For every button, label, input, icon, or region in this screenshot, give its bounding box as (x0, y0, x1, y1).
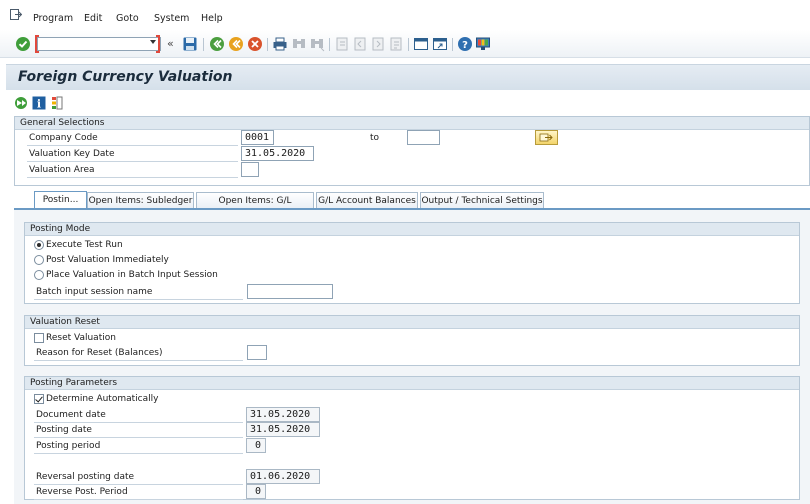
cancel-icon[interactable] (247, 36, 263, 52)
back-icon[interactable] (209, 36, 225, 52)
reset-valuation-checkbox[interactable] (34, 333, 44, 343)
svg-text:?: ? (462, 40, 468, 51)
reverse-post-period-field: 0 (246, 484, 266, 499)
checkbox-label: Determine Automatically (46, 394, 159, 404)
posting-period-field: 0 (246, 438, 266, 453)
print-icon[interactable] (272, 36, 288, 52)
double-chevron-left-icon[interactable]: « (167, 37, 174, 53)
command-field-bracket-left (35, 35, 39, 53)
radio-label: Place Valuation in Batch Input Session (46, 270, 218, 280)
chevron-down-icon[interactable] (150, 40, 156, 44)
group-header: Posting Parameters (25, 377, 799, 390)
menu-program[interactable]: Program (33, 13, 73, 24)
command-field[interactable] (37, 37, 161, 51)
reverse-post-period-label: Reverse Post. Period (36, 487, 128, 497)
company-code-from-input[interactable]: 0001 (241, 130, 274, 145)
prev-page-icon[interactable] (352, 36, 368, 52)
first-page-icon[interactable] (334, 36, 350, 52)
shortcut-icon[interactable] (432, 36, 448, 52)
menu-system[interactable]: System (154, 13, 189, 24)
multiple-selection-button[interactable] (535, 130, 558, 145)
valuation-area-label: Valuation Area (29, 165, 95, 175)
group-header: Posting Mode (25, 223, 799, 236)
batch-input-session-name-label: Batch input session name (36, 287, 153, 297)
radio-post-valuation-immediately[interactable] (34, 255, 44, 265)
general-selections-group: General Selections (14, 116, 810, 186)
save-icon[interactable] (182, 36, 198, 52)
new-session-icon[interactable] (413, 36, 429, 52)
reason-for-reset-label: Reason for Reset (Balances) (36, 348, 163, 358)
check-icon[interactable] (15, 36, 31, 52)
batch-input-session-name-input[interactable] (247, 284, 333, 299)
reversal-posting-date-label: Reversal posting date (36, 472, 135, 482)
toolbar-separator (452, 38, 453, 51)
label-underline (34, 499, 243, 500)
title-bar: Foreign Currency Valuation (6, 64, 810, 90)
svg-text:i: i (37, 98, 41, 111)
tab-output-technical-settings[interactable]: Output / Technical Settings (420, 192, 544, 209)
toolbar-separator (267, 38, 268, 51)
reason-for-reset-input[interactable] (247, 345, 267, 360)
reversal-posting-date-field: 01.06.2020 (246, 469, 320, 484)
command-field-bracket-right (156, 35, 160, 53)
find-next-icon[interactable] (309, 36, 325, 52)
customize-icon[interactable] (475, 36, 491, 52)
radio-execute-test-run[interactable] (34, 240, 44, 250)
tab-open-items-subledger[interactable]: Open Items: Subledger (87, 192, 194, 209)
radio-batch-input-session[interactable] (34, 270, 44, 280)
posting-period-label: Posting period (36, 441, 101, 451)
menu-edit[interactable]: Edit (84, 13, 102, 24)
company-code-to-input[interactable] (407, 130, 440, 145)
page-title: Foreign Currency Valuation (18, 69, 233, 85)
tab-open-items-gl-accounts[interactable]: Open Items: G/L Accounts (196, 192, 314, 222)
label-underline (34, 299, 243, 300)
posting-date-field: 31.05.2020 (246, 422, 320, 437)
info-icon[interactable]: i (32, 96, 46, 110)
toolbar-separator (203, 38, 204, 51)
valuation-reset-group: Valuation Reset (24, 315, 800, 366)
checkbox-label: Reset Valuation (46, 333, 116, 343)
to-label: to (370, 133, 380, 143)
valuation-key-date-input[interactable]: 31.05.2020 (241, 146, 314, 161)
valuation-key-date-label: Valuation Key Date (29, 149, 115, 159)
document-date-label: Document date (36, 410, 106, 420)
exit-icon[interactable] (228, 36, 244, 52)
label-underline (27, 177, 238, 178)
last-page-icon[interactable] (388, 36, 404, 52)
document-date-field: 31.05.2020 (246, 407, 320, 422)
posting-date-label: Posting date (36, 425, 92, 435)
toolbar-separator (408, 38, 409, 51)
group-header: General Selections (15, 117, 809, 130)
label-underline (27, 145, 238, 146)
label-underline (34, 453, 243, 454)
menu-help[interactable]: Help (201, 13, 223, 24)
find-icon[interactable] (291, 36, 307, 52)
label-underline (34, 360, 243, 361)
help-icon[interactable]: ? (457, 36, 473, 52)
tab-gl-account-balances[interactable]: G/L Account Balances (316, 192, 418, 209)
label-underline (34, 437, 243, 438)
menu-goto[interactable]: Goto (116, 13, 139, 24)
label-underline (27, 161, 238, 162)
menu-bar: Program Edit Goto System Help (0, 0, 810, 30)
next-page-icon[interactable] (370, 36, 386, 52)
arrow-right-icon (539, 133, 553, 142)
standard-toolbar: « ? (0, 30, 810, 58)
selection-options-icon[interactable] (50, 96, 64, 110)
radio-label: Post Valuation Immediately (46, 255, 169, 265)
label-underline (34, 484, 243, 485)
label-underline (34, 422, 243, 423)
determine-automatically-checkbox[interactable] (34, 394, 44, 404)
menu-exit-icon[interactable] (10, 9, 22, 20)
group-header: Valuation Reset (25, 316, 799, 329)
valuation-area-input[interactable] (241, 162, 259, 177)
radio-label: Execute Test Run (46, 240, 123, 250)
company-code-label: Company Code (29, 133, 98, 143)
toolbar-separator (329, 38, 330, 51)
execute-icon[interactable] (14, 96, 28, 110)
